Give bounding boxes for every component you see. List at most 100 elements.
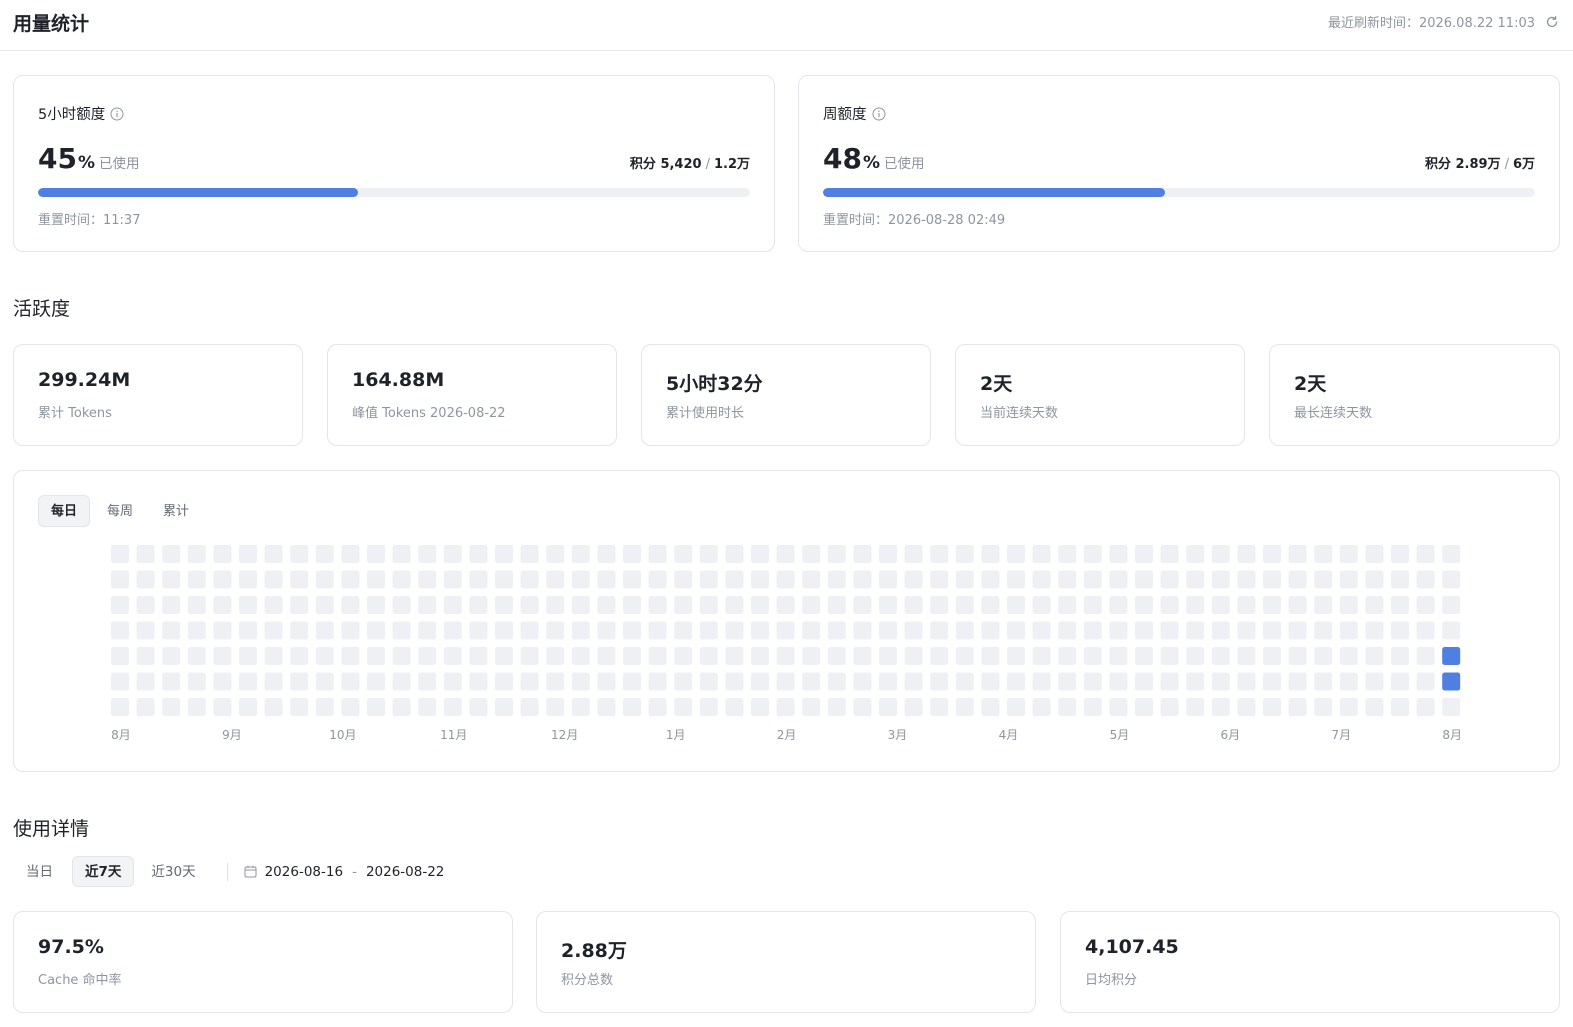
heatmap-cell[interactable] [1314,647,1333,665]
heatmap-cell[interactable] [1135,698,1153,716]
heatmap-cell[interactable] [136,570,155,589]
heatmap-cell[interactable] [290,647,309,665]
heatmap-cell[interactable] [648,672,667,691]
heatmap-cell[interactable] [827,647,846,665]
heatmap-cell[interactable] [1160,672,1179,691]
heatmap-cell[interactable] [520,570,539,589]
heatmap-cell[interactable] [571,545,590,563]
heatmap-cell[interactable] [1160,596,1179,614]
heatmap-cell[interactable] [392,596,411,614]
heatmap-cell[interactable] [1314,698,1333,716]
heatmap-cell[interactable] [520,672,539,691]
heatmap-cell[interactable] [571,647,590,665]
heatmap-cell[interactable] [1391,672,1409,691]
heatmap-cell[interactable] [1135,621,1153,640]
heatmap-cell[interactable] [776,672,795,691]
heatmap-cell[interactable] [1007,672,1025,691]
heatmap-cell[interactable] [1032,545,1051,563]
heatmap-cell[interactable] [1263,647,1281,665]
heatmap-cell[interactable] [520,621,539,640]
heatmap-cell[interactable] [1314,570,1333,589]
heatmap-cell[interactable] [1160,570,1179,589]
heatmap-cell[interactable] [111,570,129,589]
heatmap-cell[interactable] [1314,672,1333,691]
heatmap-cell[interactable] [239,698,257,716]
heatmap-cell[interactable] [1263,545,1281,563]
heatmap-cell[interactable] [187,672,206,691]
heatmap-cell[interactable] [904,647,923,665]
heatmap-cell[interactable] [264,672,283,691]
heatmap-cell[interactable] [751,621,769,640]
heatmap-cell[interactable] [418,647,437,665]
heatmap-cell[interactable] [1339,570,1358,589]
heatmap-cell[interactable] [981,698,1000,716]
heatmap-cell[interactable] [725,647,744,665]
heatmap-cell[interactable] [264,698,283,716]
heatmap-cell[interactable] [469,570,488,589]
heatmap-cell[interactable] [1211,621,1230,640]
tab-7-days[interactable]: 近7天 [72,856,135,887]
heatmap-cell[interactable] [776,621,795,640]
heatmap-cell-active[interactable] [1442,672,1461,691]
heatmap-cell[interactable] [827,621,846,640]
heatmap-cell[interactable] [367,621,385,640]
heatmap-cell[interactable] [418,672,437,691]
heatmap-cell[interactable] [802,647,821,665]
heatmap-cell[interactable] [1314,545,1333,563]
heatmap-cell[interactable] [879,672,897,691]
heatmap-cell[interactable] [802,545,821,563]
heatmap-cell[interactable] [1007,596,1025,614]
heatmap-cell[interactable] [495,647,513,665]
heatmap-cell[interactable] [674,698,693,716]
heatmap-cell[interactable] [239,570,257,589]
heatmap-cell[interactable] [111,647,129,665]
heatmap-cell[interactable] [1339,647,1358,665]
heatmap-cell[interactable] [1391,545,1409,563]
heatmap-cell[interactable] [495,672,513,691]
heatmap-cell[interactable] [418,621,437,640]
heatmap-cell[interactable] [162,570,181,589]
heatmap-cell[interactable] [367,545,385,563]
heatmap-cell[interactable] [264,570,283,589]
heatmap-cell[interactable] [495,570,513,589]
heatmap-cell[interactable] [751,698,769,716]
heatmap-cell[interactable] [827,698,846,716]
heatmap-cell[interactable] [392,647,411,665]
heatmap-cell[interactable] [213,596,232,614]
heatmap-cell[interactable] [469,621,488,640]
heatmap-cell[interactable] [648,621,667,640]
heatmap-cell[interactable] [827,570,846,589]
heatmap-cell[interactable] [1365,672,1384,691]
heatmap-cell[interactable] [1109,698,1128,716]
heatmap-cell[interactable] [623,570,641,589]
heatmap-cell[interactable] [1083,621,1102,640]
heatmap-cell[interactable] [187,647,206,665]
heatmap-cell[interactable] [1211,545,1230,563]
heatmap-cell[interactable] [699,570,718,589]
tab-today[interactable]: 当日 [13,856,66,887]
heatmap-cell[interactable] [136,621,155,640]
heatmap-cell[interactable] [597,545,616,563]
heatmap-cell[interactable] [264,647,283,665]
heatmap-cell[interactable] [1391,621,1409,640]
heatmap-cell[interactable] [1109,596,1128,614]
heatmap-cell[interactable] [1007,570,1025,589]
heatmap-cell[interactable] [1109,672,1128,691]
heatmap-cell[interactable] [392,621,411,640]
heatmap-cell[interactable] [648,596,667,614]
heatmap-cell[interactable] [827,596,846,614]
heatmap-cell[interactable] [418,545,437,563]
heatmap-cell[interactable] [1442,545,1461,563]
heatmap-cell[interactable] [341,621,360,640]
heatmap-cell[interactable] [1083,698,1102,716]
heatmap-cell[interactable] [1365,698,1384,716]
heatmap-cell[interactable] [290,545,309,563]
heatmap-cell[interactable] [623,698,641,716]
heatmap-cell[interactable] [699,698,718,716]
date-end[interactable]: 2026-08-22 [366,864,444,880]
heatmap-cell[interactable] [751,545,769,563]
heatmap-cell[interactable] [981,672,1000,691]
heatmap-cell[interactable] [751,596,769,614]
heatmap-cell[interactable] [904,596,923,614]
heatmap-cell[interactable] [1416,698,1435,716]
